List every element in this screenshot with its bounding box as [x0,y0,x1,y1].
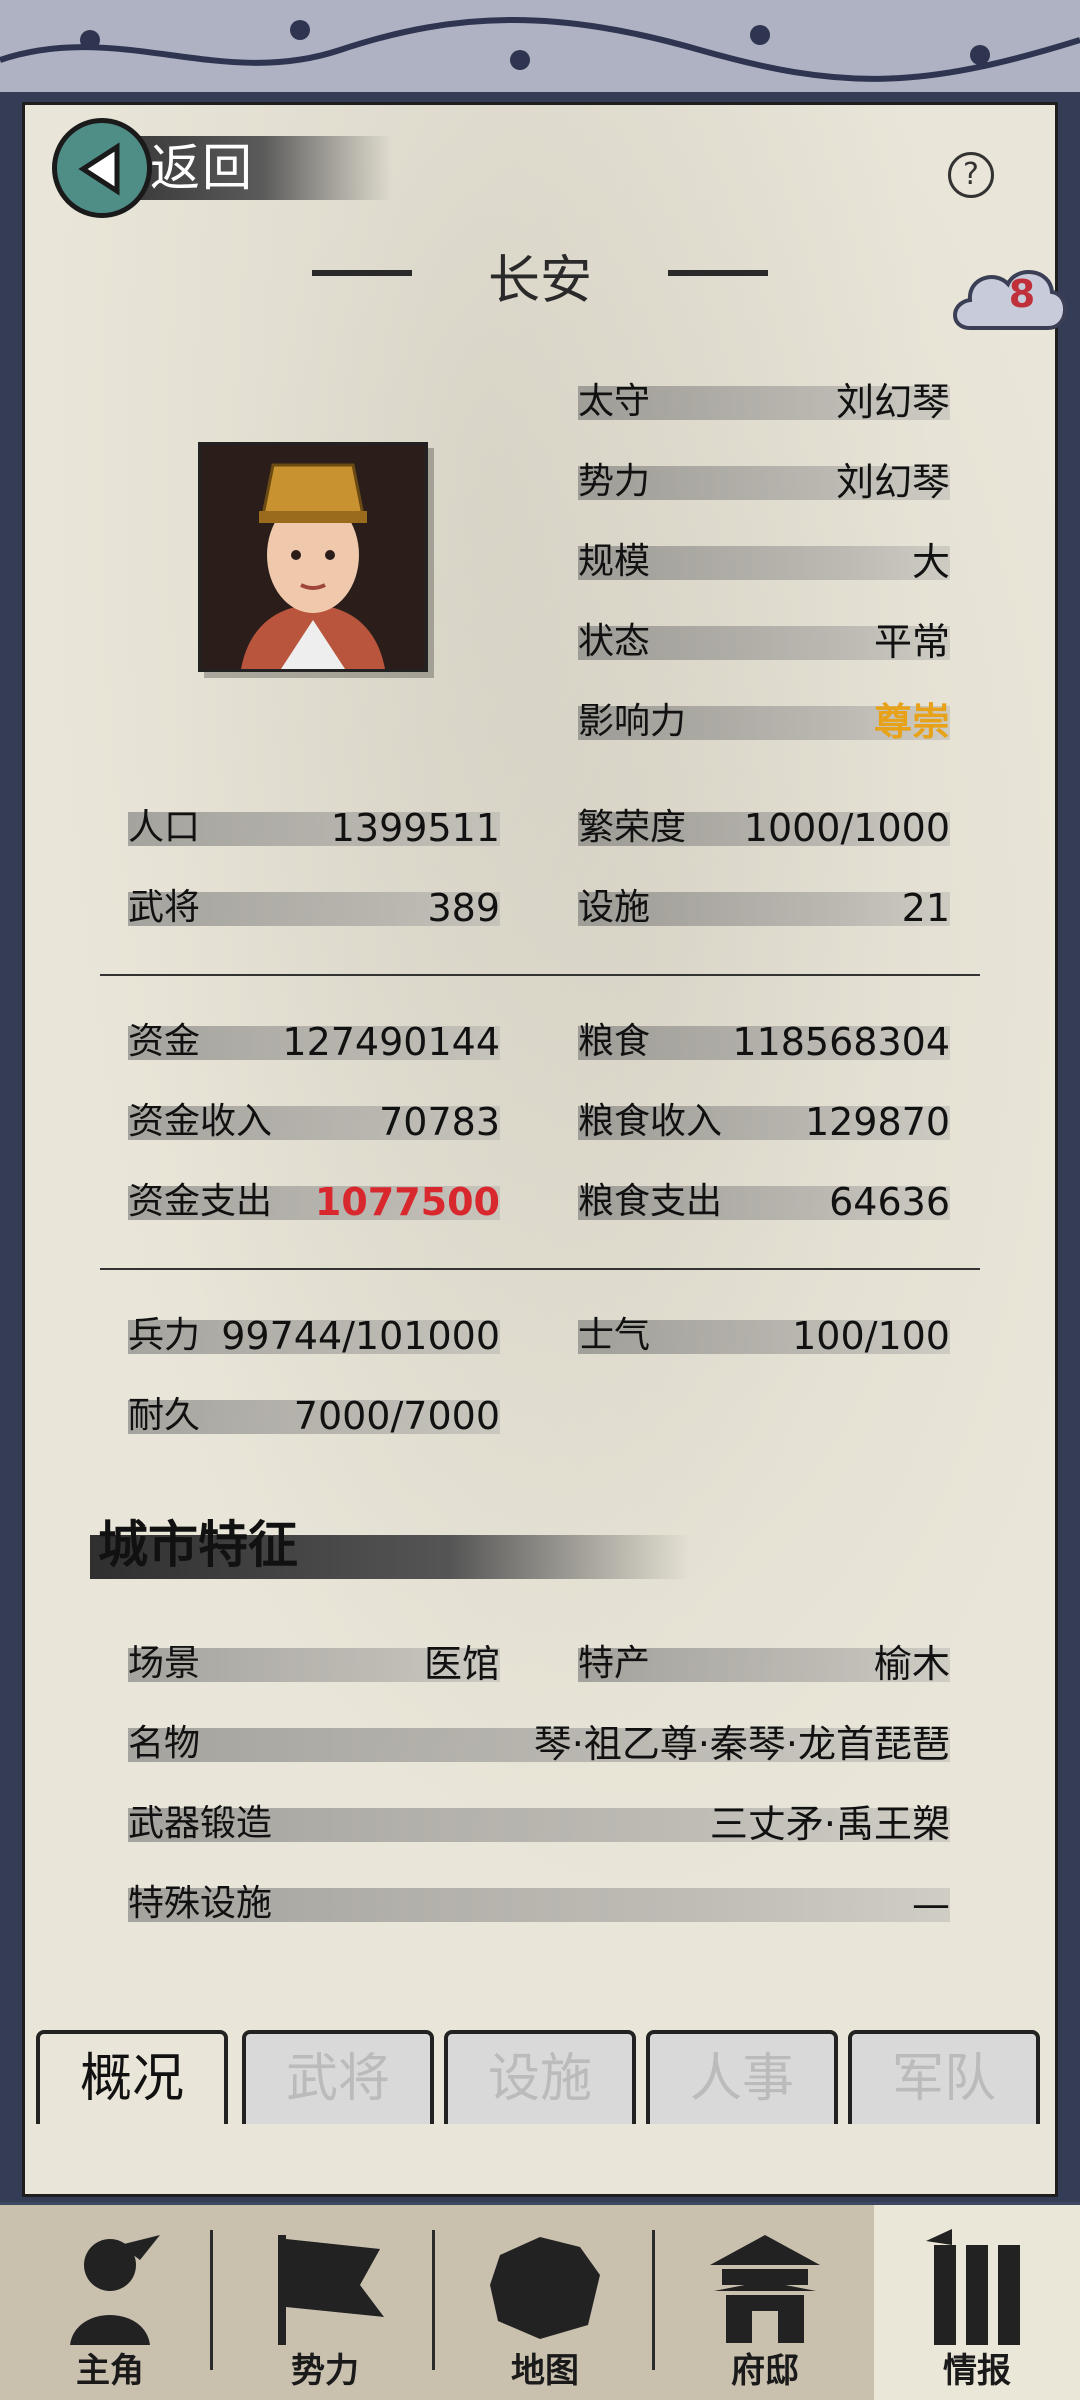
floral-decor-icon [0,17,1080,82]
tab-personnel[interactable]: 人事 [646,2030,838,2124]
nav-protagonist[interactable]: 主角 [10,2205,210,2400]
help-icon[interactable]: ? [948,152,994,198]
nav-mansion[interactable]: 府邸 [660,2205,870,2400]
stat-facilities: 设施 21 [578,886,950,930]
back-button[interactable]: 返回 [52,118,392,218]
divider [100,974,980,976]
back-label: 返回 [150,139,254,197]
stat-troops: 兵力 99744/101000 [128,1314,500,1358]
warrior-icon [70,2235,160,2345]
feature-weapon-forge: 武器锻造 三丈矛·禹王槊 [128,1802,950,1846]
map-icon [490,2237,600,2339]
governor-portrait[interactable] [198,442,428,672]
page-title: 长安 [487,251,592,311]
stat-funds-income: 资金收入 70783 [128,1100,500,1144]
info-row-faction: 势力 刘幻琴 [578,460,950,504]
nav-intel[interactable]: 情报 [874,2205,1080,2400]
top-decor-band [0,0,1080,92]
tab-overview[interactable]: 概况 [36,2030,228,2124]
info-row-governor: 太守 刘幻琴 [578,380,950,424]
mansion-icon [710,2235,820,2343]
stat-morale: 士气 100/100 [578,1314,950,1358]
stat-population: 人口 1399511 [128,806,500,850]
tab-generals[interactable]: 武将 [242,2030,434,2124]
tab-facilities[interactable]: 设施 [444,2030,636,2124]
stat-funds: 资金 127490144 [128,1020,500,1064]
stat-food-expense: 粮食支出 64636 [578,1180,950,1224]
feature-scene: 场景 医馆 [128,1642,500,1686]
stat-funds-expense: 资金支出 1077500 [128,1180,500,1224]
back-arrow-icon [78,142,120,196]
section-city-features: 城市特征 [90,1505,690,1579]
info-row-status: 状态 平常 [578,620,950,664]
stat-prosperity: 繁荣度 1000/1000 [578,806,950,850]
info-row-influence: 影响力 尊崇 [578,700,950,744]
feature-special-facility: 特殊设施 — [128,1882,950,1926]
tab-army[interactable]: 军队 [848,2030,1040,2124]
stat-food: 粮食 118568304 [578,1020,950,1064]
divider [100,1268,980,1270]
feature-famous-items: 名物 琴·祖乙尊·秦琴·龙首琵琶 [128,1722,950,1766]
stat-durability: 耐久 7000/7000 [128,1394,500,1438]
flag-icon [278,2235,384,2345]
feature-specialty: 特产 榆木 [578,1642,950,1686]
official-avatar-icon [201,445,425,669]
info-row-scale: 规模大 [578,540,950,584]
nav-map[interactable]: 地图 [440,2205,650,2400]
stat-generals: 武将 389 [128,886,500,930]
stat-food-income: 粮食收入 129870 [578,1100,950,1144]
nav-faction[interactable]: 势力 [220,2205,430,2400]
scroll-icon [926,2229,1020,2345]
notice-count: 8 [1008,272,1036,316]
